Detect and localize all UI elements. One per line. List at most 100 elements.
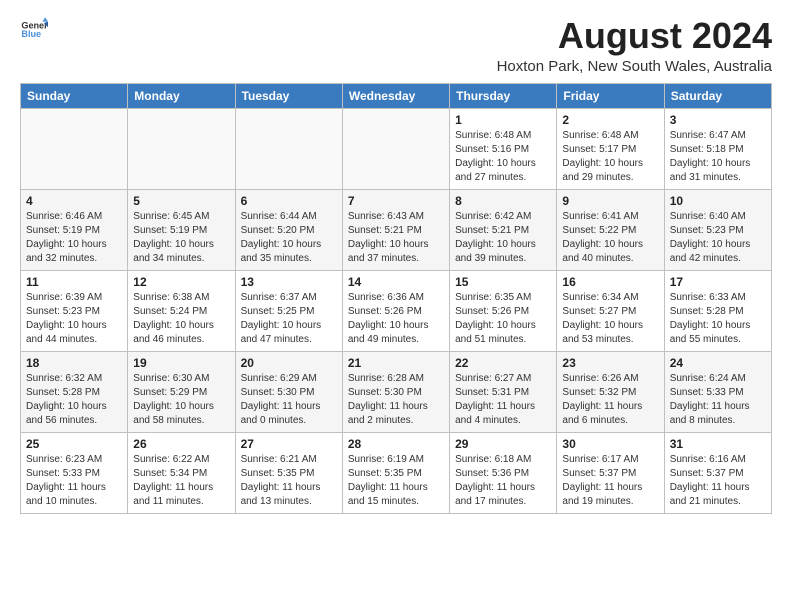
calendar-header-monday: Monday	[128, 83, 235, 108]
day-number: 18	[26, 356, 122, 370]
calendar-cell: 30 Sunrise: 6:17 AMSunset: 5:37 PMDayligh…	[557, 432, 664, 513]
location-subtitle: Hoxton Park, New South Wales, Australia	[497, 58, 772, 75]
calendar-cell: 9 Sunrise: 6:41 AMSunset: 5:22 PMDaylight…	[557, 189, 664, 270]
title-block: August 2024 Hoxton Park, New South Wales…	[497, 16, 772, 75]
day-info: Sunrise: 6:22 AMSunset: 5:34 PMDaylight:…	[133, 453, 229, 509]
calendar-cell: 25 Sunrise: 6:23 AMSunset: 5:33 PMDayligh…	[21, 432, 128, 513]
calendar-cell: 10 Sunrise: 6:40 AMSunset: 5:23 PMDayligh…	[664, 189, 771, 270]
day-info: Sunrise: 6:26 AMSunset: 5:32 PMDaylight:…	[562, 372, 658, 428]
calendar-cell: 13Sunrise: 6:37 AMSunset: 5:25 PMDayligh…	[235, 270, 342, 351]
calendar-cell: 18 Sunrise: 6:32 AMSunset: 5:28 PMDayligh…	[21, 351, 128, 432]
calendar-cell: 21 Sunrise: 6:28 AMSunset: 5:30 PMDayligh…	[342, 351, 449, 432]
day-info: Sunrise: 6:38 AMSunset: 5:24 PMDaylight:…	[133, 291, 229, 347]
day-number: 30	[562, 437, 658, 451]
day-number: 9	[562, 194, 658, 208]
day-number: 17	[670, 275, 766, 289]
calendar-cell: 8Sunrise: 6:42 AMSunset: 5:21 PMDaylight…	[450, 189, 557, 270]
day-number: 27	[241, 437, 337, 451]
day-info: Sunrise: 6:16 AMSunset: 5:37 PMDaylight:…	[670, 453, 766, 509]
day-number: 28	[348, 437, 444, 451]
day-number: 2	[562, 113, 658, 127]
calendar-header-friday: Friday	[557, 83, 664, 108]
day-info: Sunrise: 6:28 AMSunset: 5:30 PMDaylight:…	[348, 372, 444, 428]
day-number: 13	[241, 275, 337, 289]
day-number: 16	[562, 275, 658, 289]
calendar-cell: 4 Sunrise: 6:46 AMSunset: 5:19 PMDaylight…	[21, 189, 128, 270]
calendar-cell: 7 Sunrise: 6:43 AMSunset: 5:21 PMDaylight…	[342, 189, 449, 270]
page-header: General Blue August 2024 Hoxton Park, Ne…	[20, 16, 772, 75]
day-number: 29	[455, 437, 551, 451]
day-info: Sunrise: 6:46 AMSunset: 5:19 PMDaylight:…	[26, 210, 122, 266]
day-info: Sunrise: 6:34 AMSunset: 5:27 PMDaylight:…	[562, 291, 658, 347]
day-info: Sunrise: 6:23 AMSunset: 5:33 PMDaylight:…	[26, 453, 122, 509]
day-info: Sunrise: 6:32 AMSunset: 5:28 PMDaylight:…	[26, 372, 122, 428]
calendar-header-row: SundayMondayTuesdayWednesdayThursdayFrid…	[21, 83, 772, 108]
day-number: 11	[26, 275, 122, 289]
calendar-cell: 14 Sunrise: 6:36 AMSunset: 5:26 PMDayligh…	[342, 270, 449, 351]
calendar-cell: 19 Sunrise: 6:30 AMSunset: 5:29 PMDayligh…	[128, 351, 235, 432]
day-info: Sunrise: 6:47 AMSunset: 5:18 PMDaylight:…	[670, 129, 766, 185]
day-info: Sunrise: 6:43 AMSunset: 5:21 PMDaylight:…	[348, 210, 444, 266]
day-number: 23	[562, 356, 658, 370]
day-number: 24	[670, 356, 766, 370]
day-info: Sunrise: 6:30 AMSunset: 5:29 PMDaylight:…	[133, 372, 229, 428]
day-info: Sunrise: 6:36 AMSunset: 5:26 PMDaylight:…	[348, 291, 444, 347]
calendar-cell	[128, 108, 235, 189]
calendar-cell: 17 Sunrise: 6:33 AMSunset: 5:28 PMDayligh…	[664, 270, 771, 351]
calendar-header-wednesday: Wednesday	[342, 83, 449, 108]
calendar-cell	[21, 108, 128, 189]
day-info: Sunrise: 6:27 AMSunset: 5:31 PMDaylight:…	[455, 372, 551, 428]
month-year-title: August 2024	[497, 16, 772, 56]
day-number: 1	[455, 113, 551, 127]
calendar-header-thursday: Thursday	[450, 83, 557, 108]
calendar-week-row: 11 Sunrise: 6:39 AMSunset: 5:23 PMDayligh…	[21, 270, 772, 351]
day-info: Sunrise: 6:45 AMSunset: 5:19 PMDaylight:…	[133, 210, 229, 266]
calendar-cell: 16 Sunrise: 6:34 AMSunset: 5:27 PMDayligh…	[557, 270, 664, 351]
day-number: 19	[133, 356, 229, 370]
day-info: Sunrise: 6:41 AMSunset: 5:22 PMDaylight:…	[562, 210, 658, 266]
day-number: 5	[133, 194, 229, 208]
day-info: Sunrise: 6:40 AMSunset: 5:23 PMDaylight:…	[670, 210, 766, 266]
calendar-week-row: 1 Sunrise: 6:48 AMSunset: 5:16 PMDaylight…	[21, 108, 772, 189]
calendar-cell: 28 Sunrise: 6:19 AMSunset: 5:35 PMDayligh…	[342, 432, 449, 513]
calendar-cell: 11 Sunrise: 6:39 AMSunset: 5:23 PMDayligh…	[21, 270, 128, 351]
calendar-cell: 27 Sunrise: 6:21 AMSunset: 5:35 PMDayligh…	[235, 432, 342, 513]
day-number: 15	[455, 275, 551, 289]
calendar-week-row: 18 Sunrise: 6:32 AMSunset: 5:28 PMDayligh…	[21, 351, 772, 432]
svg-text:Blue: Blue	[21, 29, 41, 39]
day-info: Sunrise: 6:39 AMSunset: 5:23 PMDaylight:…	[26, 291, 122, 347]
logo: General Blue	[20, 16, 48, 44]
day-number: 6	[241, 194, 337, 208]
calendar-cell: 26 Sunrise: 6:22 AMSunset: 5:34 PMDayligh…	[128, 432, 235, 513]
day-info: Sunrise: 6:33 AMSunset: 5:28 PMDaylight:…	[670, 291, 766, 347]
calendar-cell: 3Sunrise: 6:47 AMSunset: 5:18 PMDaylight…	[664, 108, 771, 189]
calendar-cell: 15Sunrise: 6:35 AMSunset: 5:26 PMDayligh…	[450, 270, 557, 351]
day-number: 8	[455, 194, 551, 208]
day-info: Sunrise: 6:19 AMSunset: 5:35 PMDaylight:…	[348, 453, 444, 509]
day-number: 31	[670, 437, 766, 451]
calendar-cell: 23 Sunrise: 6:26 AMSunset: 5:32 PMDayligh…	[557, 351, 664, 432]
calendar-cell: 29Sunrise: 6:18 AMSunset: 5:36 PMDayligh…	[450, 432, 557, 513]
day-number: 25	[26, 437, 122, 451]
calendar-cell: 24Sunrise: 6:24 AMSunset: 5:33 PMDayligh…	[664, 351, 771, 432]
calendar-cell	[342, 108, 449, 189]
logo-icon: General Blue	[20, 16, 48, 44]
day-number: 10	[670, 194, 766, 208]
day-info: Sunrise: 6:44 AMSunset: 5:20 PMDaylight:…	[241, 210, 337, 266]
calendar-cell: 20Sunrise: 6:29 AMSunset: 5:30 PMDayligh…	[235, 351, 342, 432]
day-info: Sunrise: 6:21 AMSunset: 5:35 PMDaylight:…	[241, 453, 337, 509]
day-number: 4	[26, 194, 122, 208]
day-number: 7	[348, 194, 444, 208]
calendar-cell: 12Sunrise: 6:38 AMSunset: 5:24 PMDayligh…	[128, 270, 235, 351]
calendar-header-saturday: Saturday	[664, 83, 771, 108]
day-number: 14	[348, 275, 444, 289]
day-info: Sunrise: 6:48 AMSunset: 5:16 PMDaylight:…	[455, 129, 551, 185]
day-info: Sunrise: 6:17 AMSunset: 5:37 PMDaylight:…	[562, 453, 658, 509]
day-number: 26	[133, 437, 229, 451]
calendar-cell: 1 Sunrise: 6:48 AMSunset: 5:16 PMDaylight…	[450, 108, 557, 189]
calendar-cell	[235, 108, 342, 189]
day-info: Sunrise: 6:48 AMSunset: 5:17 PMDaylight:…	[562, 129, 658, 185]
day-info: Sunrise: 6:29 AMSunset: 5:30 PMDaylight:…	[241, 372, 337, 428]
calendar-table: SundayMondayTuesdayWednesdayThursdayFrid…	[20, 83, 772, 514]
day-number: 21	[348, 356, 444, 370]
